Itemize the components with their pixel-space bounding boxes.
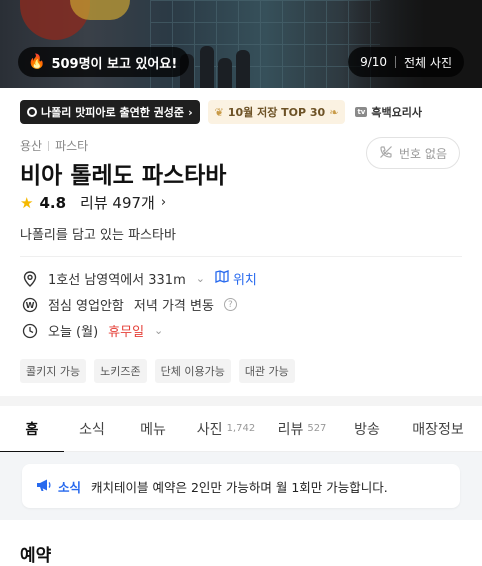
- tab-count: 1,742: [226, 423, 256, 434]
- tag-label: 흑백요리사: [371, 106, 422, 119]
- notice-text: 캐치테이블 예약은 2인만 가능하며 월 1회만 가능합니다.: [91, 479, 388, 495]
- page-title: 비아 톨레도 파스타바: [20, 163, 227, 189]
- map-link-label: 위치: [232, 273, 257, 288]
- tag-label: 나폴리 맛피아로 출연한 권성준: [41, 106, 185, 119]
- tab-reviews[interactable]: 리뷰 527: [266, 406, 338, 452]
- phone-button-label: 번호 없음: [399, 146, 447, 161]
- tab-label: 리뷰: [277, 421, 304, 438]
- clock-icon: [22, 323, 38, 339]
- phone-off-icon: [379, 145, 393, 162]
- tv-icon: tv: [355, 107, 368, 117]
- location-row[interactable]: 1호선 남영역에서 331m ⌄ 위치: [22, 269, 257, 288]
- notice-section: 소식 캐치테이블 예약은 2인만 가능하며 월 1회만 가능합니다.: [0, 452, 482, 520]
- svg-text:W: W: [26, 301, 35, 310]
- tag-label: 10월 저장 TOP 30: [227, 106, 326, 119]
- tab-news[interactable]: 소식: [64, 406, 120, 452]
- map-icon: [215, 270, 229, 287]
- lunch-price: 점심 영업안함: [48, 299, 124, 314]
- review-count[interactable]: 리뷰 497개: [80, 192, 155, 213]
- tab-photos[interactable]: 사진 1,742: [186, 406, 266, 452]
- place-description: 나폴리를 담고 있는 파스타바: [20, 228, 176, 243]
- help-icon[interactable]: ?: [223, 298, 237, 311]
- chevron-right-icon: ›: [188, 105, 193, 119]
- won-icon: W: [22, 297, 38, 313]
- notice-label: 소식: [58, 479, 82, 495]
- location-pin-icon: [22, 270, 38, 287]
- reservation-title: 예약: [20, 546, 52, 566]
- tab-store-info[interactable]: 매장정보: [396, 406, 480, 452]
- tab-label: 방송: [354, 421, 380, 438]
- chevron-down-icon: ⌄: [154, 324, 164, 337]
- holiday-status: 휴무일: [108, 325, 145, 340]
- map-link[interactable]: 위치: [215, 269, 257, 288]
- photo-detail: [236, 50, 250, 88]
- amenity-chip: 노키즈존: [94, 359, 147, 383]
- photo-detail: [200, 46, 214, 88]
- photo-index: 9/10: [360, 55, 388, 69]
- tab-label: 홈: [25, 421, 39, 438]
- tab-label: 사진: [196, 421, 223, 438]
- tab-bar: 홈 소식 메뉴 사진 1,742 리뷰 527 방송 매장정보: [0, 406, 482, 453]
- amenity-chip: 대관 가능: [238, 359, 295, 383]
- tag-top30[interactable]: ❦ 10월 저장 TOP 30 ❧: [207, 100, 346, 124]
- laurel-icon: ❧: [329, 105, 339, 119]
- tab-label: 매장정보: [412, 421, 464, 438]
- ring-icon: [27, 107, 37, 117]
- divider: [20, 256, 462, 257]
- region-label: 용산: [20, 139, 43, 153]
- chevron-down-icon: ⌄: [195, 272, 205, 285]
- megaphone-icon: [36, 478, 52, 495]
- divider: [48, 140, 50, 151]
- all-photos-label: 전체 사진: [404, 55, 452, 70]
- category-label: 파스타: [55, 139, 89, 153]
- tab-label: 소식: [79, 421, 105, 438]
- live-viewers-badge: 🔥 509명이 보고 있어요!: [18, 47, 190, 77]
- amenity-chip: 콜키지 가능: [20, 359, 87, 383]
- tab-broadcast[interactable]: 방송: [338, 406, 396, 452]
- photo-detail: [218, 58, 232, 88]
- all-photos-button[interactable]: 9/10 전체 사진: [348, 47, 464, 77]
- tag-row: 나폴리 맛피아로 출연한 권성준 › ❦ 10월 저장 TOP 30 ❧ tv …: [20, 100, 424, 124]
- fire-icon: 🔥: [28, 54, 46, 70]
- amenity-chips: 콜키지 가능 노키즈존 단체 이용가능 대관 가능: [20, 359, 295, 383]
- tab-home[interactable]: 홈: [0, 406, 64, 453]
- rating-score: 4.8: [39, 193, 67, 212]
- tag-chef[interactable]: 나폴리 맛피아로 출연한 권성준 ›: [20, 100, 200, 124]
- laurel-icon: ❦: [214, 105, 224, 119]
- amenity-chip: 단체 이용가능: [154, 359, 231, 383]
- tab-label: 메뉴: [140, 421, 166, 438]
- price-row: W 점심 영업안함 저녁 가격 변동 ?: [22, 295, 237, 314]
- divider: [395, 56, 397, 68]
- breadcrumb: 용산 파스타: [20, 137, 88, 154]
- rating-row[interactable]: ★ 4.8 리뷰 497개 ›: [20, 192, 166, 213]
- viewers-text: 509명이 보고 있어요!: [51, 56, 178, 72]
- today-label: 오늘 (월): [48, 325, 99, 340]
- tag-tv-show[interactable]: tv 흑백요리사: [353, 100, 424, 124]
- tab-count: 527: [307, 423, 327, 434]
- location-text: 1호선 남영역에서 331m: [48, 273, 186, 288]
- dinner-price: 저녁 가격 변동: [133, 299, 214, 314]
- phone-button[interactable]: 번호 없음: [366, 137, 460, 169]
- tab-menu[interactable]: 메뉴: [120, 406, 186, 452]
- photo-detail: [70, 0, 130, 20]
- chevron-right-icon: ›: [160, 195, 167, 210]
- section-gap: [0, 396, 482, 406]
- star-icon: ★: [20, 193, 34, 212]
- notice-banner[interactable]: 소식 캐치테이블 예약은 2인만 가능하며 월 1회만 가능합니다.: [22, 464, 460, 508]
- hours-row[interactable]: 오늘 (월) 휴무일 ⌄: [22, 321, 163, 340]
- hero-photo[interactable]: 🔥 509명이 보고 있어요! 9/10 전체 사진: [0, 0, 482, 88]
